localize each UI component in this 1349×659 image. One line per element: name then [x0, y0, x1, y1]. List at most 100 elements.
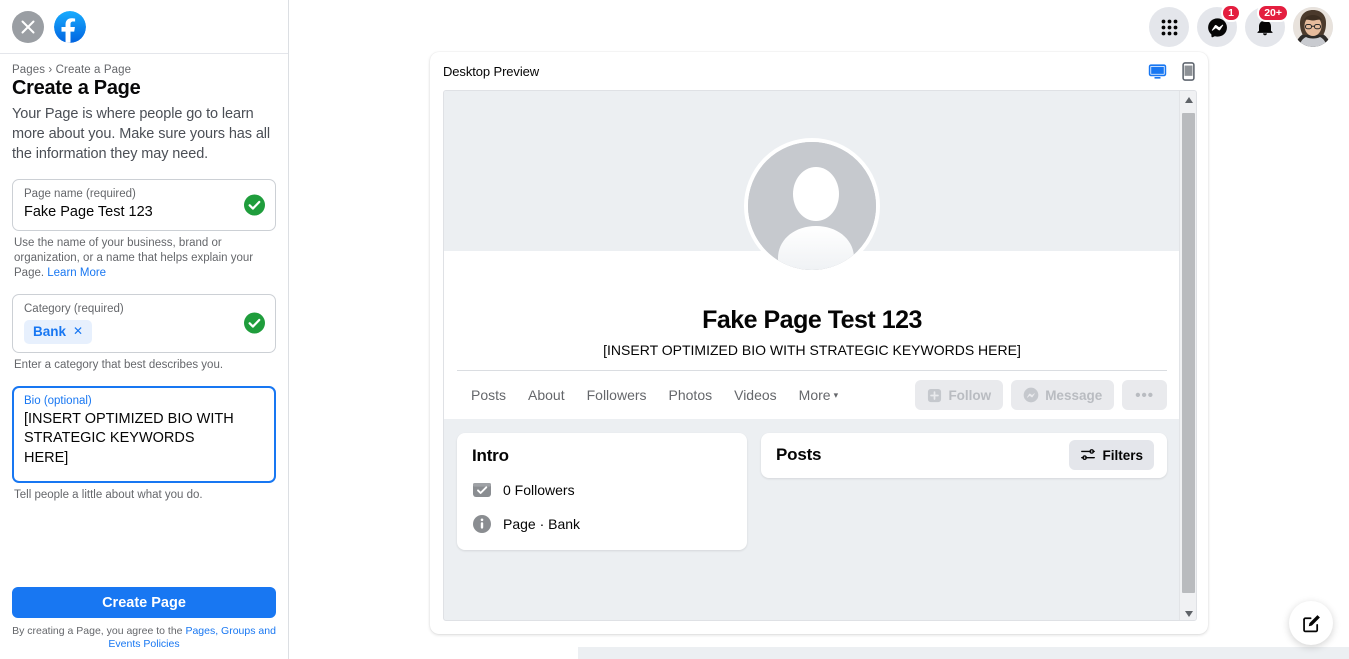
chevron-down-icon: ▾: [833, 390, 839, 400]
page-name-field[interactable]: Page name (required) Fake Page Test 123: [12, 178, 276, 231]
page-title: Create a Page: [12, 77, 141, 99]
profile-header-card: Fake Page Test 123 [INSERT OPTIMIZED BIO…: [444, 138, 1180, 419]
close-icon[interactable]: ✕: [73, 324, 83, 338]
preview-canvas: Fake Page Test 123 [INSERT OPTIMIZED BIO…: [443, 90, 1197, 621]
grid-menu-glyph: [1161, 19, 1177, 35]
page-action-buttons: Follow Message •••: [915, 380, 1167, 410]
person-placeholder-icon: [744, 138, 880, 274]
message-button[interactable]: Message: [1011, 380, 1115, 410]
page-feed: Intro 0 Followers Page · Bank Posts Filt…: [444, 419, 1180, 550]
preview-page-bio: [INSERT OPTIMIZED BIO WITH STRATEGIC KEY…: [603, 342, 1021, 358]
category-helper: Enter a category that best describes you…: [14, 358, 224, 371]
desktop-preview-panel: Desktop Preview Fake Page Test 123 [INSE…: [430, 52, 1208, 634]
tab-about[interactable]: About: [517, 371, 576, 419]
scrollbar-thumb[interactable]: [1182, 113, 1195, 593]
page-background-strip: [578, 647, 1349, 659]
tab-more[interactable]: More ▾: [788, 371, 849, 419]
page-description: Your Page is where people go to learn mo…: [12, 106, 271, 162]
breadcrumb[interactable]: Pages › Create a Page: [12, 64, 276, 76]
close-glyph: [21, 20, 35, 33]
check-badge-icon: [473, 483, 491, 497]
avatar[interactable]: [1293, 7, 1333, 47]
tab-posts[interactable]: Posts: [457, 371, 517, 419]
preview-header: Desktop Preview: [430, 52, 1208, 90]
bio-label: Bio (optional): [24, 394, 92, 407]
intro-row-category: Page · Bank: [472, 514, 732, 534]
create-page-sidebar: Pages › Create a Page Create a Page Your…: [0, 0, 289, 659]
tune-icon: [1081, 449, 1096, 461]
page-tabs: Posts About Followers Photos Videos More…: [444, 371, 1180, 419]
tab-followers[interactable]: Followers: [576, 371, 658, 419]
mobile-glyph: [1182, 61, 1195, 81]
compose-glyph: [1302, 614, 1320, 632]
bell-icon[interactable]: 20+: [1245, 4, 1289, 47]
grid-menu-icon[interactable]: [1149, 7, 1189, 47]
avatar-image: [1293, 7, 1333, 47]
desktop-glyph: [1148, 63, 1167, 79]
sidebar-header: [0, 0, 288, 54]
person-placeholder-glyph: [748, 142, 876, 270]
check-circle-icon: [244, 312, 265, 334]
compose-icon[interactable]: [1289, 601, 1333, 645]
desktop-icon[interactable]: [1148, 62, 1167, 81]
facebook-page-preview: Fake Page Test 123 [INSERT OPTIMIZED BIO…: [444, 91, 1180, 620]
check-circle-icon: [244, 194, 265, 216]
notifications-badge: 20+: [1257, 4, 1289, 22]
terms-prefix: By creating a Page, you agree to the: [12, 625, 186, 637]
top-navigation-bar: 1 20+: [1149, 0, 1349, 54]
category-label: Category (required): [24, 302, 124, 315]
mobile-icon[interactable]: [1181, 61, 1196, 81]
category-chip[interactable]: Bank ✕: [24, 319, 93, 344]
filters-button-label: Filters: [1102, 447, 1143, 463]
messenger-icon[interactable]: 1: [1197, 4, 1241, 47]
facebook-logo[interactable]: [54, 10, 86, 43]
more-options-icon[interactable]: •••: [1122, 380, 1167, 410]
terms-text: By creating a Page, you agree to the Pag…: [12, 625, 276, 651]
intro-card-title: Intro: [472, 446, 509, 465]
messenger-icon: [1023, 387, 1039, 403]
scroll-down-arrow[interactable]: [1180, 605, 1196, 620]
tab-posts-label: Posts: [471, 387, 507, 403]
message-button-label: Message: [1045, 387, 1103, 403]
main-area: 1 20+ Desktop Preview Fake Page Test 123…: [289, 0, 1349, 659]
page-name-label: Page name (required): [24, 187, 136, 200]
tab-about-label: About: [528, 387, 565, 403]
bio-helper: Tell people a little about what you do.: [14, 488, 203, 501]
sidebar-footer: Create Page By creating a Page, you agre…: [0, 587, 288, 659]
sidebar-body: Pages › Create a Page Create a Page Your…: [0, 54, 288, 587]
page-name-helper: Use the name of your business, brand or …: [12, 236, 276, 281]
create-page-button[interactable]: Create Page: [12, 587, 276, 618]
bio-input[interactable]: [INSERT OPTIMIZED BIO WITH STRATEGIC KEY…: [24, 410, 235, 472]
tab-followers-label: Followers: [586, 387, 647, 403]
intro-card: Intro 0 Followers Page · Bank: [457, 433, 747, 550]
chevron-up-icon: [1184, 96, 1193, 103]
preview-scrollbar[interactable]: [1179, 91, 1196, 620]
intro-row-followers: 0 Followers: [472, 480, 732, 500]
close-icon[interactable]: [12, 10, 44, 43]
tab-videos[interactable]: Videos: [723, 371, 788, 419]
intro-followers-text: 0 Followers: [503, 482, 575, 498]
intro-category-text: Page · Bank: [503, 516, 581, 532]
tab-videos-label: Videos: [734, 387, 777, 403]
view-toggle-group: [1148, 61, 1196, 81]
posts-card: Posts Filters: [761, 433, 1167, 478]
follow-button-label: Follow: [948, 387, 992, 403]
follow-button[interactable]: Follow: [915, 380, 1004, 410]
bio-field[interactable]: Bio (optional) [INSERT OPTIMIZED BIO WIT…: [12, 385, 276, 483]
tab-photos[interactable]: Photos: [658, 371, 724, 419]
page-name-input[interactable]: Fake Page Test 123: [24, 203, 235, 222]
info-icon: [473, 515, 491, 533]
chevron-down-icon: [1184, 610, 1193, 617]
filters-button[interactable]: Filters: [1069, 440, 1154, 470]
category-chip-label: Bank: [33, 323, 67, 339]
preview-page-name: Fake Page Test 123: [702, 306, 922, 334]
posts-card-title: Posts: [776, 445, 822, 464]
scroll-up-arrow[interactable]: [1180, 91, 1196, 108]
learn-more-link[interactable]: Learn More: [47, 267, 106, 279]
tab-more-label: More: [798, 387, 831, 403]
tab-photos-label: Photos: [668, 387, 713, 403]
category-field[interactable]: Category (required) Bank ✕: [12, 293, 276, 353]
add-box-icon: [928, 388, 942, 402]
messenger-badge: 1: [1221, 4, 1241, 22]
preview-title: Desktop Preview: [443, 63, 540, 79]
